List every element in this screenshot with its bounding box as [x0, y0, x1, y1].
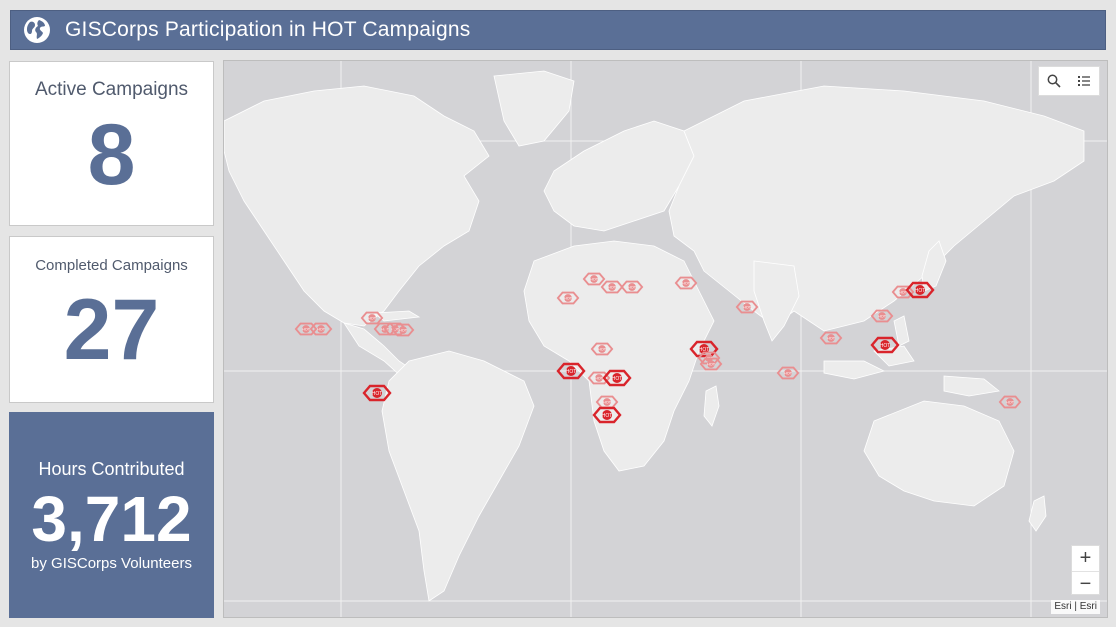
marker-label: HOT	[372, 391, 383, 397]
marker-label: HOT	[603, 399, 612, 404]
marker-label: HOT	[564, 296, 573, 301]
completed-campaigns-card: Completed Campaigns 27	[9, 236, 214, 403]
globe-icon	[24, 17, 50, 43]
search-icon	[1047, 74, 1061, 88]
campaign-marker-completed[interactable]: HOT	[391, 323, 415, 337]
marker-label: HOT	[682, 281, 691, 286]
campaign-marker-completed[interactable]: HOT	[590, 342, 614, 356]
completed-campaigns-value: 27	[63, 282, 160, 378]
marker-label: HOT	[784, 371, 793, 376]
hours-contributed-card: Hours Contributed 3,712 by GISCorps Volu…	[9, 412, 214, 618]
campaign-marker-completed[interactable]: HOT	[620, 280, 644, 294]
marker-label: HOT	[878, 314, 887, 319]
marker-label: HOT	[743, 305, 752, 310]
basemap	[224, 61, 1107, 617]
campaign-marker-completed[interactable]: HOT	[556, 291, 580, 305]
world-map[interactable]: HOT HOT HOT HOT HOT HOT HOT HOT HOT HOT HOT HOT HOT H…	[223, 60, 1108, 618]
campaign-marker-active[interactable]: HOT	[602, 369, 632, 387]
campaign-marker-completed[interactable]: HOT	[699, 357, 723, 371]
active-campaigns-value: 8	[87, 107, 136, 203]
campaign-marker-active[interactable]: HOT	[870, 336, 900, 354]
campaign-marker-active[interactable]: HOT	[556, 362, 586, 380]
campaign-marker-completed[interactable]: HOT	[819, 331, 843, 345]
campaign-marker-completed[interactable]: HOT	[309, 322, 333, 336]
active-campaigns-card: Active Campaigns 8	[9, 61, 214, 226]
legend-button[interactable]	[1069, 67, 1099, 95]
active-campaigns-label: Active Campaigns	[34, 79, 189, 100]
campaign-marker-completed[interactable]: HOT	[674, 276, 698, 290]
map-attribution[interactable]: Esri | Esri	[1051, 600, 1100, 614]
campaign-marker-active[interactable]: HOT	[592, 406, 622, 424]
marker-label: HOT	[1006, 399, 1015, 404]
marker-label: HOT	[915, 288, 926, 294]
marker-label: HOT	[317, 327, 326, 332]
marker-label: HOT	[601, 413, 612, 419]
legend-icon	[1078, 76, 1090, 86]
page-title: GISCorps Participation in HOT Campaigns	[65, 18, 471, 41]
marker-label: HOT	[628, 285, 637, 290]
hours-contributed-subtitle: by GISCorps Volunteers	[31, 555, 192, 572]
marker-label: HOT	[368, 316, 377, 321]
zoom-out-button[interactable]: −	[1072, 571, 1099, 596]
campaign-marker-completed[interactable]: HOT	[776, 366, 800, 380]
campaign-marker-active[interactable]: HOT	[362, 384, 392, 402]
campaign-marker-completed[interactable]: HOT	[735, 300, 759, 314]
marker-label: HOT	[612, 376, 623, 382]
marker-label: HOT	[598, 347, 607, 352]
marker-label: HOT	[590, 276, 599, 281]
marker-label: HOT	[827, 336, 836, 341]
search-button[interactable]	[1039, 67, 1069, 95]
campaign-marker-completed[interactable]: HOT	[870, 309, 894, 323]
hours-contributed-value: 3,712	[31, 483, 192, 555]
app-header: GISCorps Participation in HOT Campaigns	[10, 10, 1106, 50]
zoom-control: + −	[1071, 545, 1100, 595]
map-toolbar	[1038, 66, 1100, 96]
marker-label: HOT	[879, 343, 890, 349]
zoom-in-button[interactable]: +	[1072, 546, 1099, 571]
marker-label: HOT	[566, 369, 577, 375]
marker-label: HOT	[399, 328, 408, 333]
marker-label: HOT	[707, 362, 716, 367]
campaign-marker-completed[interactable]: HOT	[998, 395, 1022, 409]
marker-label: HOT	[608, 285, 617, 290]
campaign-marker-active[interactable]: HOT	[905, 281, 935, 299]
completed-campaigns-label: Completed Campaigns	[35, 257, 188, 274]
hours-contributed-label: Hours Contributed	[38, 459, 185, 479]
